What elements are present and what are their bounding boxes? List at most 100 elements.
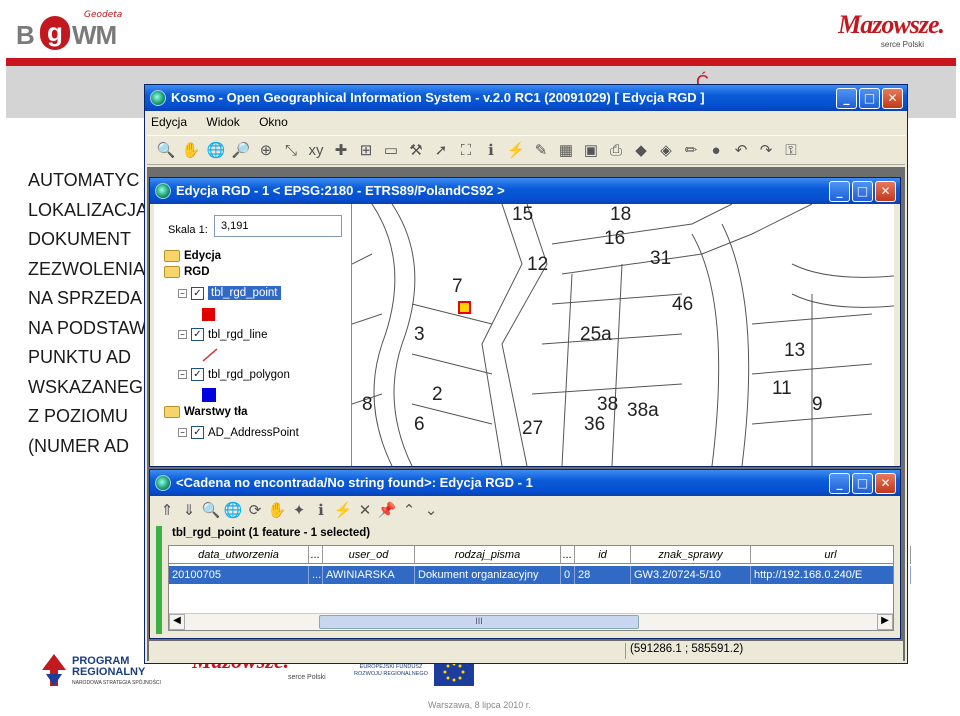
attr-maximize-button[interactable]: □ [852, 473, 873, 494]
select-icon[interactable]: ⛶ [455, 139, 477, 161]
table-icon[interactable]: ▦ [555, 139, 577, 161]
first-icon[interactable]: ⇑ [158, 499, 176, 521]
table-cell[interactable]: GW3.2/0724-5/10 [631, 566, 751, 584]
tree-node-rgd[interactable]: RGD [164, 266, 210, 278]
column-header[interactable]: ... [309, 546, 323, 564]
table-cell[interactable]: AWINIARSKA [323, 566, 415, 584]
layer-checkbox[interactable]: ✓ [191, 286, 204, 300]
map-canvas[interactable]: 18 16 31 12 7 46 3 25a 13 11 9 2 8 38 38a 6 27 36 15 [352, 204, 894, 466]
column-header[interactable]: url [751, 546, 911, 564]
zoom-icon[interactable]: 🔍 [155, 139, 177, 161]
table-cell[interactable]: http://192.168.0.240/E [751, 566, 911, 584]
minimize-button[interactable]: _ [836, 88, 857, 109]
layer-icon[interactable]: ▣ [580, 139, 602, 161]
delete-icon[interactable]: ✕ [356, 499, 374, 521]
pin-icon[interactable]: 📌 [378, 499, 397, 521]
table-cell[interactable]: 0 [561, 566, 575, 584]
kosmo-app-icon [150, 90, 166, 106]
scroll-thumb[interactable]: III [319, 615, 639, 629]
pencil-icon[interactable]: ✏ [680, 139, 702, 161]
highlight-icon[interactable]: ✦ [290, 499, 308, 521]
refresh-icon[interactable]: ⟳ [246, 499, 264, 521]
column-header[interactable]: znak_sprawy [631, 546, 751, 564]
close-button[interactable]: ✕ [882, 88, 903, 109]
pan-icon[interactable]: ✋ [180, 139, 202, 161]
zoom-icon[interactable]: 🔍 [202, 499, 221, 521]
tree-node-line[interactable]: − ✓ tbl_rgd_line [178, 328, 267, 341]
tree-node-address[interactable]: − ✓ AD_AddressPoint [178, 426, 299, 439]
down2-icon[interactable]: ⌄ [422, 499, 440, 521]
tree-node-polygon[interactable]: − ✓ tbl_rgd_polygon [178, 368, 290, 381]
zoom-region-icon[interactable]: ⊕ [255, 139, 277, 161]
layer-checkbox[interactable]: ✓ [191, 328, 204, 341]
map-parcel-label: 18 [610, 204, 632, 225]
tree-warstwy-label: Warstwy tła [184, 406, 248, 418]
table-cell[interactable]: 28 [575, 566, 631, 584]
lock-icon[interactable]: ⚿ [780, 139, 802, 161]
ide-icon[interactable]: ⊞ [355, 139, 377, 161]
layer-checkbox[interactable]: ✓ [191, 426, 204, 439]
rgd-title-bar[interactable]: Edycja RGD - 1 < EPSG:2180 - ETRS89/Pola… [150, 178, 900, 204]
info-icon[interactable]: ℹ [480, 139, 502, 161]
column-header[interactable]: id [575, 546, 631, 564]
menu-widok[interactable]: Widok [204, 115, 241, 129]
collapse-toggle[interactable]: − [178, 330, 187, 339]
tree-node-edycja[interactable]: Edycja [164, 250, 221, 262]
column-header[interactable]: user_od [323, 546, 415, 564]
attr-minimize-button[interactable]: _ [829, 473, 850, 494]
down-icon[interactable]: ⇓ [180, 499, 198, 521]
attr-close-button[interactable]: ✕ [875, 473, 896, 494]
ruler-icon[interactable]: ▭ [380, 139, 402, 161]
attr-title-bar[interactable]: <Cadena no encontrada/No string found>: … [150, 470, 900, 496]
table-cell[interactable]: 20100705 [169, 566, 309, 584]
scale-input[interactable]: 3,191 [214, 215, 342, 237]
globe-icon[interactable]: 🌐 [205, 139, 227, 161]
mazowsze-sub: serce Polski [880, 40, 924, 49]
rgd-title-text: Edycja RGD - 1 < EPSG:2180 - ETRS89/Pola… [176, 183, 505, 198]
zoom-in2-icon[interactable]: ◆ [630, 139, 652, 161]
collapse-toggle[interactable]: − [178, 370, 187, 379]
edit-icon[interactable]: ✎ [530, 139, 552, 161]
mazowsze-name: Mazowsze. [838, 10, 945, 39]
xy-icon[interactable]: xy [305, 139, 327, 161]
up-icon[interactable]: ⌃ [400, 499, 418, 521]
lightning-icon[interactable]: ⚡ [505, 139, 527, 161]
scroll-right-button[interactable]: ▶ [877, 614, 893, 630]
menu-okno[interactable]: Okno [257, 115, 290, 129]
horizontal-scrollbar[interactable]: ◀ III ▶ [169, 613, 893, 630]
map-parcel-label: 38a [627, 400, 659, 421]
globe-icon[interactable]: 🌐 [224, 499, 243, 521]
hammer-icon[interactable]: ⚒ [405, 139, 427, 161]
undo-icon[interactable]: ↶ [730, 139, 752, 161]
zoom-in-icon[interactable]: 🔎 [230, 139, 252, 161]
column-header[interactable]: data_utworzenia [169, 546, 309, 564]
rgd-close-button[interactable]: ✕ [875, 181, 896, 202]
rgd-maximize-button[interactable]: □ [852, 181, 873, 202]
tree-node-point[interactable]: − ✓ tbl_rgd_point [178, 286, 281, 300]
plus-icon[interactable]: ✚ [330, 139, 352, 161]
column-header[interactable]: ... [561, 546, 575, 564]
redo-icon[interactable]: ↷ [755, 139, 777, 161]
rgd-minimize-button[interactable]: _ [829, 181, 850, 202]
maximize-button[interactable]: □ [859, 88, 880, 109]
circle-icon[interactable]: ● [705, 139, 727, 161]
table-cell[interactable]: ... [309, 566, 323, 584]
lightning-icon[interactable]: ⚡ [334, 499, 353, 521]
menu-edycja[interactable]: Edycja [149, 115, 189, 129]
table-cell[interactable]: Dokument organizacyjny [415, 566, 561, 584]
column-header[interactable]: rodzaj_pisma [415, 546, 561, 564]
layer-checkbox[interactable]: ✓ [191, 368, 204, 381]
zoom-extent-icon[interactable]: ⤡ [280, 139, 302, 161]
print-icon[interactable]: ⎙ [605, 139, 627, 161]
table-row[interactable]: 20100705... AWINIARSKA Dokument organizacy… [169, 566, 911, 584]
scroll-left-button[interactable]: ◀ [169, 614, 185, 630]
attribute-table: data_utworzenia... user_od rodzaj_pisma...… [168, 545, 911, 631]
tree-node-warstwy[interactable]: Warstwy tła [164, 406, 247, 418]
pan-icon[interactable]: ✋ [268, 499, 287, 521]
main-title-bar[interactable]: Kosmo - Open Geographical Information Sy… [145, 85, 907, 111]
pointer-icon[interactable]: ➚ [430, 139, 452, 161]
info-icon[interactable]: ℹ [312, 499, 330, 521]
collapse-toggle[interactable]: − [178, 428, 187, 437]
zoom-out2-icon[interactable]: ◈ [655, 139, 677, 161]
collapse-toggle[interactable]: − [178, 288, 187, 298]
